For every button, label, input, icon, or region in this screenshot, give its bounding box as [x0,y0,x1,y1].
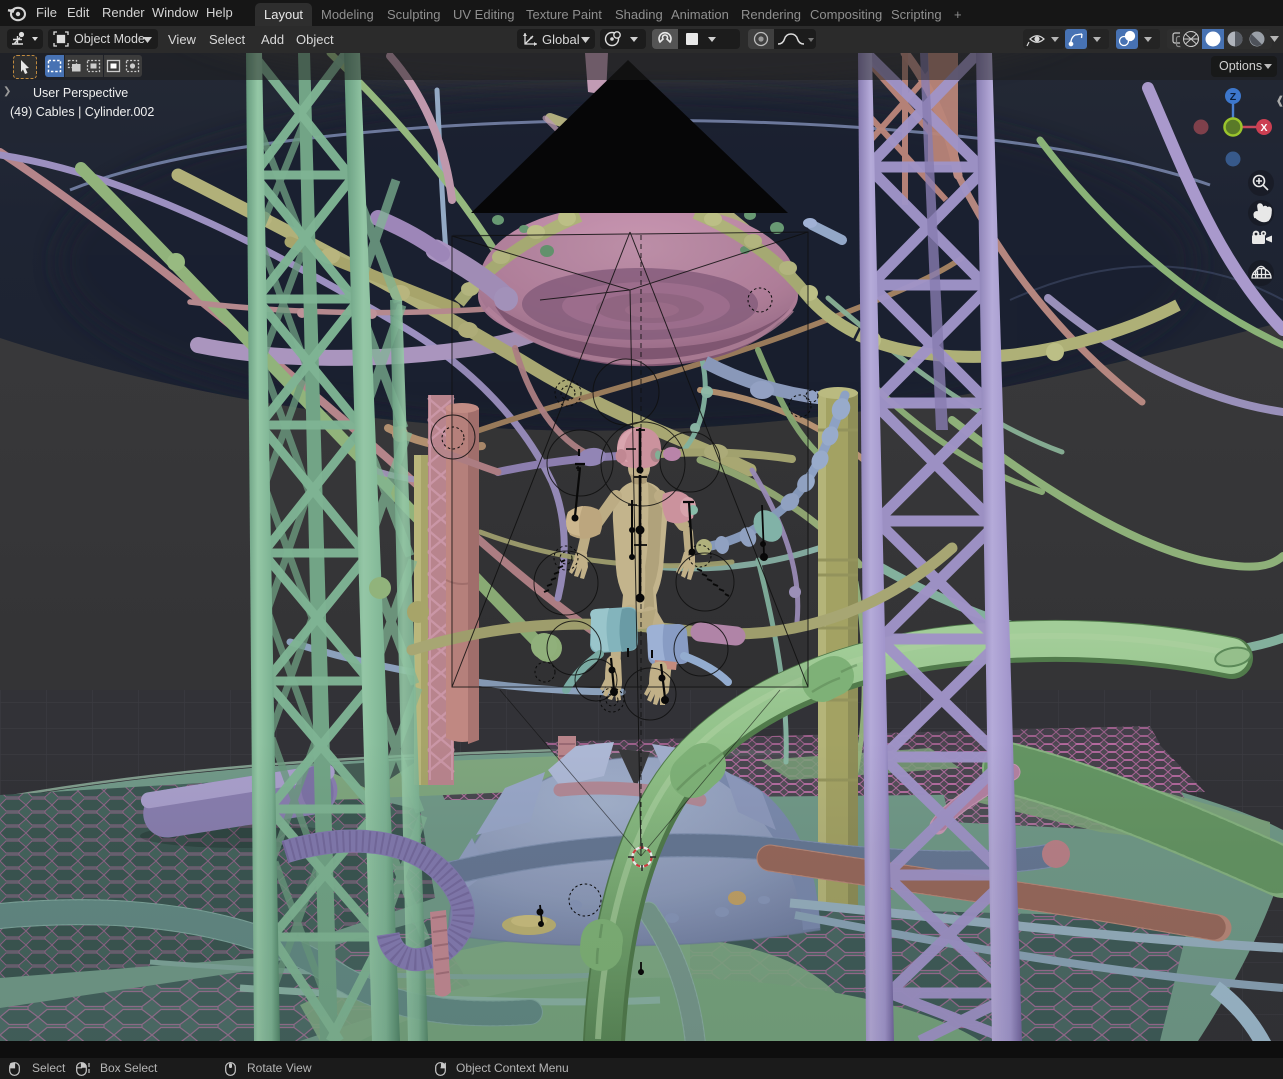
svg-text:X: X [1260,122,1267,134]
svg-text:Z: Z [1230,91,1237,103]
svg-text:❰: ❰ [1275,95,1283,107]
